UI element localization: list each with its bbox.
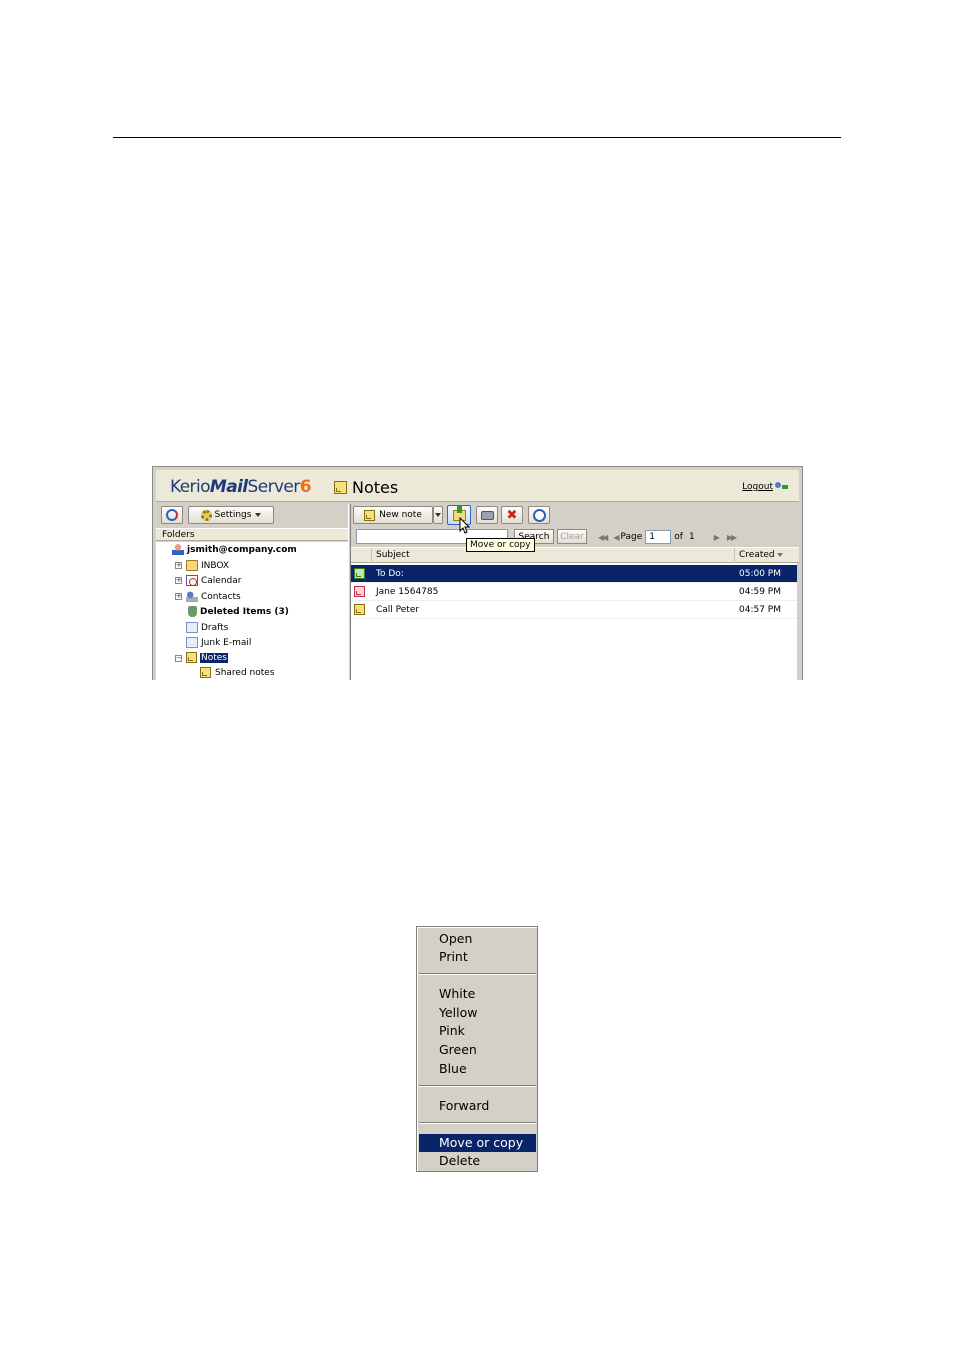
notes-toolbar: New note ✖ xyxy=(351,504,799,526)
pager: ◀◀ ◀ Page of 1 ▶ ▶▶ xyxy=(598,530,737,544)
print-icon xyxy=(480,510,494,520)
menu-item-open[interactable]: Open xyxy=(419,930,536,948)
folder-contacts[interactable]: Contacts xyxy=(186,589,241,604)
expand-calendar-toggle[interactable]: + xyxy=(175,577,182,584)
list-right-edge xyxy=(797,563,799,680)
next-page-icon[interactable]: ▶ xyxy=(714,533,720,542)
kerio-webmail-window: KerioMailServer6 Notes Logout Settings F… xyxy=(152,466,803,680)
logout-link[interactable]: Logout xyxy=(742,482,789,492)
collapse-notes-toggle[interactable]: − xyxy=(175,655,182,662)
page-number-input[interactable] xyxy=(645,530,672,544)
kerio-logo: KerioMailServer6 xyxy=(170,477,312,497)
folder-deleted-items[interactable]: Deleted Items (3) xyxy=(186,604,289,619)
column-header-icon[interactable] xyxy=(351,548,372,563)
folder-notes[interactable]: Notes xyxy=(186,650,228,665)
column-header-subject[interactable]: Subject xyxy=(372,548,735,563)
column-header-created[interactable]: Created xyxy=(735,548,799,563)
menu-separator xyxy=(419,973,536,975)
menu-item-print[interactable]: Print xyxy=(419,948,536,966)
refresh-icon xyxy=(166,509,178,521)
settings-button[interactable]: Settings xyxy=(188,506,274,524)
folder-account[interactable]: jsmith@company.com xyxy=(172,542,297,557)
clear-button[interactable]: Clear xyxy=(557,529,587,544)
search-bar: Search Clear ◀◀ ◀ Page of 1 ▶ ▶▶ xyxy=(351,527,799,546)
table-row[interactable]: Call Peter 04:57 PM xyxy=(351,601,799,619)
drafts-icon xyxy=(186,622,198,633)
menu-item-yellow[interactable]: Yellow xyxy=(419,1004,536,1022)
menu-item-forward[interactable]: Forward xyxy=(419,1097,536,1115)
green-note-icon xyxy=(354,568,365,579)
expand-contacts-toggle[interactable]: + xyxy=(175,593,182,600)
folders-header: Folders xyxy=(156,528,348,541)
print-button[interactable] xyxy=(476,506,498,524)
delete-icon: ✖ xyxy=(506,507,518,523)
user-icon xyxy=(172,544,184,555)
mark-read-button[interactable] xyxy=(528,506,550,524)
folder-drafts[interactable]: Drafts xyxy=(186,620,228,635)
refresh-note-icon xyxy=(532,508,546,522)
menu-separator xyxy=(419,1122,536,1124)
yellow-note-icon xyxy=(354,604,365,615)
folder-inbox[interactable]: INBOX xyxy=(186,558,229,573)
calendar-icon xyxy=(186,575,198,586)
expand-inbox-toggle[interactable]: + xyxy=(175,562,182,569)
chevron-down-icon xyxy=(255,513,262,517)
notes-icon xyxy=(200,667,211,678)
table-row[interactable]: Jane 1564785 04:59 PM xyxy=(351,583,799,601)
folder-calendar[interactable]: Calendar xyxy=(186,573,241,588)
folder-tree: jsmith@company.com + INBOX + Calendar + … xyxy=(156,542,348,680)
last-page-icon[interactable]: ▶▶ xyxy=(727,533,737,542)
menu-item-move-or-copy[interactable]: Move or copy xyxy=(419,1134,536,1152)
page-header-rule xyxy=(113,137,841,138)
contacts-icon xyxy=(186,591,198,602)
chevron-down-icon xyxy=(435,513,441,517)
notes-list: To Do: 05:00 PM Jane 1564785 04:59 PM Ca… xyxy=(351,563,799,680)
inbox-icon xyxy=(186,560,198,571)
note-context-menu: Open Print White Yellow Pink Green Blue … xyxy=(416,926,538,1172)
notes-icon xyxy=(186,652,197,663)
folders-toolbar: Settings xyxy=(156,504,348,526)
folder-junk-email[interactable]: Junk E-mail xyxy=(186,635,251,650)
menu-item-blue[interactable]: Blue xyxy=(419,1060,536,1078)
gear-icon xyxy=(200,509,212,521)
notes-list-header: Subject Created xyxy=(351,547,799,563)
logout-icon[interactable] xyxy=(775,482,789,492)
pink-note-icon xyxy=(354,586,365,597)
sort-descending-icon xyxy=(776,552,783,557)
new-note-dropdown-button[interactable] xyxy=(433,506,443,524)
current-folder-title: Notes xyxy=(334,478,398,497)
trash-icon xyxy=(188,606,197,617)
delete-button[interactable]: ✖ xyxy=(501,506,523,524)
junk-icon xyxy=(186,637,198,648)
menu-item-green[interactable]: Green xyxy=(419,1041,536,1059)
notes-icon xyxy=(364,509,376,521)
menu-separator xyxy=(419,1085,536,1087)
folder-shared-notes[interactable]: Shared notes xyxy=(200,665,275,680)
menu-item-white[interactable]: White xyxy=(419,985,536,1003)
menu-item-pink[interactable]: Pink xyxy=(419,1022,536,1040)
table-row[interactable]: To Do: 05:00 PM xyxy=(351,565,799,583)
move-or-copy-tooltip: Move or copy xyxy=(466,538,535,552)
first-page-icon[interactable]: ◀◀ xyxy=(598,533,608,542)
menu-item-delete[interactable]: Delete xyxy=(419,1152,536,1170)
notes-icon xyxy=(334,481,347,494)
new-note-button[interactable]: New note xyxy=(353,506,433,524)
app-header: KerioMailServer6 Notes Logout xyxy=(156,470,799,502)
previous-page-icon[interactable]: ◀ xyxy=(613,533,619,542)
refresh-button[interactable] xyxy=(161,506,183,524)
mouse-cursor-icon xyxy=(459,517,470,534)
